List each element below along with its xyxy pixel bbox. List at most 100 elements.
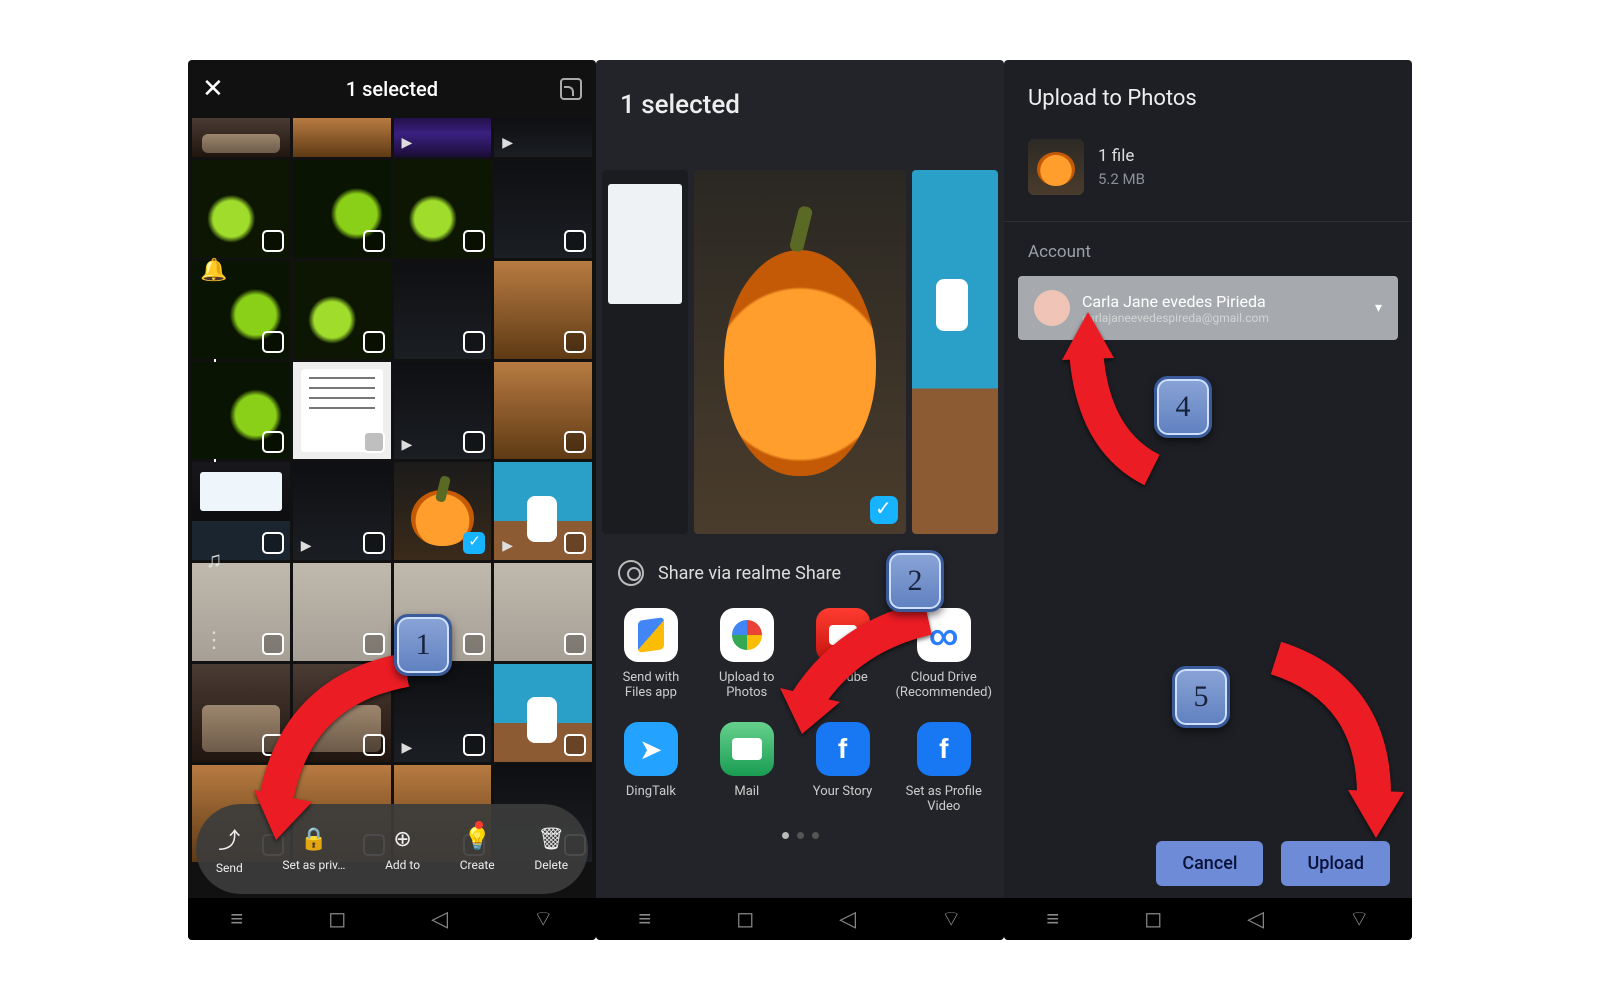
nav-home-icon[interactable]: ◻ [1144, 907, 1162, 932]
app-files[interactable]: Send with Files app [606, 600, 696, 708]
thumb-selected[interactable] [394, 462, 492, 560]
label: Create [460, 858, 495, 872]
step-badge-4: 4 [1154, 376, 1212, 438]
google-photos-icon [720, 608, 774, 662]
nav-recent-icon[interactable]: ≡ [1046, 906, 1059, 932]
checkbox[interactable] [463, 431, 485, 453]
play-icon: ▶ [502, 538, 513, 554]
checkbox[interactable] [262, 230, 284, 252]
checkbox[interactable] [363, 532, 385, 554]
play-icon: ▶ [402, 437, 413, 453]
checkbox[interactable] [262, 431, 284, 453]
nav-recent-icon[interactable]: ≡ [230, 906, 243, 932]
nav-accessibility-icon[interactable]: ⌔ [533, 905, 554, 933]
label: DingTalk [626, 784, 676, 799]
label: Mail [734, 784, 759, 799]
thumb[interactable]: ▶ [394, 118, 492, 157]
thumb[interactable] [394, 160, 492, 258]
cancel-button[interactable]: Cancel [1156, 841, 1263, 886]
app-dingtalk[interactable]: ➤DingTalk [606, 714, 696, 822]
phone-gallery: ✕ 1 selected 🔔 ♫ ⋮ ▶ ▶ ▶ [188, 60, 596, 940]
realme-share-icon [618, 560, 644, 586]
checkbox-checked[interactable] [870, 496, 898, 524]
thumb[interactable] [494, 563, 592, 661]
nav-bar: ≡ ◻ ◁ ⌔ [1004, 898, 1412, 940]
label: Send [216, 861, 243, 875]
checkbox[interactable] [564, 331, 586, 353]
checkbox-checked[interactable] [463, 532, 485, 554]
music-icon[interactable]: ♫ [194, 540, 234, 580]
cast-icon[interactable] [560, 78, 582, 100]
thumb[interactable] [192, 362, 290, 460]
checkbox[interactable] [463, 734, 485, 756]
file-summary: 1 file 5.2 MB [1004, 123, 1412, 211]
checkbox[interactable] [262, 331, 284, 353]
nav-back-icon[interactable]: ◁ [431, 907, 448, 932]
checkbox[interactable] [363, 230, 385, 252]
play-icon: ▶ [402, 135, 413, 151]
thumb[interactable]: ▶ [494, 462, 592, 560]
checkbox[interactable] [463, 331, 485, 353]
checkbox[interactable] [463, 633, 485, 655]
label: Set as Profile Video [895, 784, 992, 814]
nav-back-icon[interactable]: ◁ [839, 907, 856, 932]
thumb[interactable] [293, 160, 391, 258]
dialog-title: Upload to Photos [1028, 86, 1197, 111]
thumb[interactable] [494, 664, 592, 762]
nav-home-icon[interactable]: ◻ [736, 907, 754, 932]
thumb[interactable] [293, 362, 391, 460]
more-icon[interactable]: ⋮ [194, 620, 234, 660]
preview-thumb[interactable] [602, 170, 688, 534]
preview-thumb-selected[interactable] [694, 170, 906, 534]
checkbox[interactable] [564, 431, 586, 453]
phone-share-sheet: 1 selected Share via realme Share Send w… [596, 60, 1004, 940]
thumb[interactable]: ▶ [394, 362, 492, 460]
thumb[interactable] [394, 261, 492, 359]
step-badge-2: 2 [886, 550, 944, 612]
nav-back-icon[interactable]: ◁ [1247, 907, 1264, 932]
create-button[interactable]: 💡 Create [460, 827, 495, 872]
preview-thumb[interactable] [912, 170, 998, 534]
thumb[interactable] [293, 563, 391, 661]
thumb[interactable]: ▶ [293, 462, 391, 560]
file-count: 1 file [1098, 146, 1145, 166]
checkbox[interactable] [363, 331, 385, 353]
nav-accessibility-icon[interactable]: ⌔ [1349, 905, 1370, 933]
account-name: Carla Jane evedes Pirieda [1082, 292, 1269, 311]
step-badge-1: 1 [394, 614, 452, 676]
checkbox[interactable] [363, 431, 385, 453]
annotation-arrow [236, 650, 436, 850]
bulb-icon: 💡 [463, 827, 490, 852]
files-icon [624, 608, 678, 662]
thumb[interactable] [293, 261, 391, 359]
checkbox[interactable] [262, 532, 284, 554]
nav-accessibility-icon[interactable]: ⌔ [941, 905, 962, 933]
thumb[interactable] [494, 261, 592, 359]
preview-strip[interactable] [596, 170, 1004, 534]
checkbox[interactable] [564, 734, 586, 756]
checkbox[interactable] [463, 230, 485, 252]
checkbox[interactable] [564, 532, 586, 554]
checkbox[interactable] [564, 230, 586, 252]
nav-bar: ≡ ◻ ◁ ⌔ [188, 898, 596, 940]
selection-title: 1 selected [620, 90, 740, 120]
mail-icon [720, 722, 774, 776]
label: Delete [534, 858, 568, 872]
upload-button[interactable]: Upload [1281, 841, 1390, 886]
account-label: Account [1028, 242, 1091, 262]
nav-home-icon[interactable]: ◻ [328, 907, 346, 932]
thumb[interactable] [293, 118, 391, 157]
label: Set as priv… [282, 858, 345, 872]
notification-dot [475, 821, 483, 829]
thumb[interactable] [192, 118, 290, 157]
thumb[interactable]: ▶ [494, 118, 592, 157]
checkbox[interactable] [564, 633, 586, 655]
nav-recent-icon[interactable]: ≡ [638, 906, 651, 932]
annotation-arrow [768, 606, 948, 746]
thumb[interactable] [494, 362, 592, 460]
delete-button[interactable]: 🗑Delete [534, 827, 568, 872]
thumb[interactable] [494, 160, 592, 258]
bell-icon[interactable]: 🔔 [194, 250, 234, 290]
thumb[interactable] [192, 160, 290, 258]
close-icon[interactable]: ✕ [202, 74, 224, 104]
